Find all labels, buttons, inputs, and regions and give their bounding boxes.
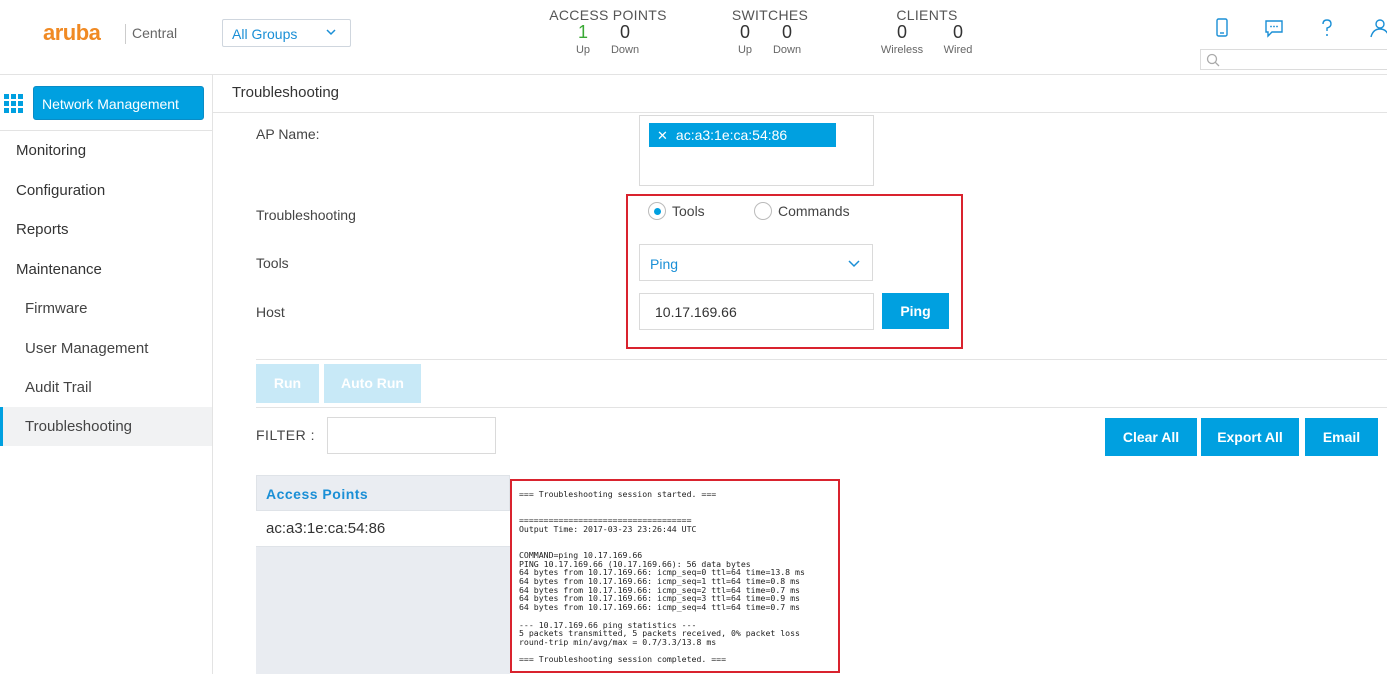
chevron-down-icon bbox=[848, 260, 860, 268]
sidebar-item-firmware[interactable]: Firmware bbox=[25, 300, 88, 317]
access-points-down-label: Down bbox=[610, 44, 640, 56]
sidebar-item-configuration[interactable]: Configuration bbox=[16, 182, 105, 199]
host-input[interactable]: 10.17.169.66 bbox=[639, 293, 874, 330]
page-title: Troubleshooting bbox=[232, 84, 340, 101]
help-icon[interactable] bbox=[1316, 17, 1338, 39]
auto-run-button[interactable]: Auto Run bbox=[324, 364, 421, 403]
sidebar-item-maintenance[interactable]: Maintenance bbox=[16, 261, 102, 278]
sidebar: Network Management Monitoring Configurat… bbox=[0, 75, 213, 674]
radio-commands-label[interactable]: Commands bbox=[778, 203, 850, 219]
ping-button[interactable]: Ping bbox=[882, 293, 949, 329]
app-grid-icon[interactable] bbox=[4, 94, 24, 114]
user-icon[interactable] bbox=[1368, 17, 1387, 39]
logo-divider bbox=[125, 24, 126, 44]
chat-icon[interactable] bbox=[1263, 17, 1285, 39]
mobile-device-icon[interactable] bbox=[1211, 17, 1233, 39]
radio-tools-label[interactable]: Tools bbox=[672, 203, 705, 219]
sidebar-item-audit-trail[interactable]: Audit Trail bbox=[25, 379, 92, 396]
sidebar-item-user-management[interactable]: User Management bbox=[25, 340, 148, 357]
close-icon[interactable]: ✕ bbox=[657, 128, 668, 143]
section-divider bbox=[256, 407, 1387, 408]
network-management-button[interactable]: Network Management bbox=[33, 86, 204, 120]
ap-name-label: AP Name: bbox=[256, 126, 320, 142]
troubleshooting-mode-label: Troubleshooting bbox=[256, 207, 356, 223]
top-header: aruba Central All Groups ACCESS POINTS 1… bbox=[0, 0, 1387, 75]
email-button[interactable]: Email bbox=[1305, 418, 1378, 456]
sidebar-item-troubleshooting-label: Troubleshooting bbox=[25, 418, 133, 435]
list-item[interactable]: ac:a3:1e:ca:54:86 bbox=[256, 511, 510, 547]
access-points-title: ACCESS POINTS bbox=[549, 7, 667, 23]
clear-all-button[interactable]: Clear All bbox=[1105, 418, 1197, 456]
access-points-down-count[interactable]: 0 bbox=[615, 22, 635, 43]
ap-tag[interactable]: ✕ ac:a3:1e:ca:54:86 bbox=[649, 123, 836, 147]
filter-label: FILTER : bbox=[256, 427, 315, 443]
chevron-down-icon bbox=[326, 29, 336, 36]
access-points-panel: Access Points ac:a3:1e:ca:54:86 bbox=[256, 475, 510, 674]
group-select-value: All Groups bbox=[232, 26, 298, 42]
access-points-up-count[interactable]: 1 bbox=[573, 22, 593, 43]
sidebar-item-reports[interactable]: Reports bbox=[16, 221, 69, 238]
section-divider bbox=[256, 359, 1387, 360]
sidebar-divider bbox=[0, 130, 212, 131]
ap-tag-label: ac:a3:1e:ca:54:86 bbox=[675, 127, 788, 143]
switches-down-label: Down bbox=[772, 44, 802, 56]
switches-title: SWITCHES bbox=[731, 7, 809, 23]
clients-wireless-count[interactable]: 0 bbox=[892, 22, 912, 43]
access-point-name: ac:a3:1e:ca:54:86 bbox=[266, 520, 386, 537]
clients-title: CLIENTS bbox=[896, 7, 958, 23]
access-points-panel-header: Access Points bbox=[256, 475, 510, 511]
global-search-input[interactable] bbox=[1200, 49, 1387, 70]
switches-up-label: Up bbox=[737, 44, 753, 56]
filter-input[interactable] bbox=[327, 417, 496, 454]
access-points-panel-title: Access Points bbox=[266, 486, 369, 502]
clients-wireless-label: Wireless bbox=[880, 44, 924, 56]
tools-select[interactable]: Ping bbox=[639, 244, 873, 281]
ap-name-field[interactable]: ✕ ac:a3:1e:ca:54:86 bbox=[639, 115, 874, 186]
radio-tools[interactable] bbox=[648, 202, 666, 220]
logo-subtitle: Central bbox=[132, 25, 178, 41]
export-all-button[interactable]: Export All bbox=[1201, 418, 1299, 456]
clients-wired-count[interactable]: 0 bbox=[948, 22, 968, 43]
sidebar-item-troubleshooting[interactable]: Troubleshooting bbox=[0, 407, 212, 446]
tools-select-value: Ping bbox=[650, 256, 679, 272]
search-icon bbox=[1206, 53, 1220, 67]
clients-wired-label: Wired bbox=[943, 44, 973, 56]
radio-commands[interactable] bbox=[754, 202, 772, 220]
switches-down-count[interactable]: 0 bbox=[777, 22, 797, 43]
tools-label: Tools bbox=[256, 255, 289, 271]
host-label: Host bbox=[256, 304, 285, 320]
title-divider bbox=[213, 112, 1387, 113]
access-points-up-label: Up bbox=[575, 44, 591, 56]
run-button[interactable]: Run bbox=[256, 364, 319, 403]
group-select[interactable]: All Groups bbox=[222, 19, 351, 47]
sidebar-item-monitoring[interactable]: Monitoring bbox=[16, 142, 86, 159]
highlight-box-output bbox=[510, 479, 840, 673]
switches-up-count[interactable]: 0 bbox=[735, 22, 755, 43]
aruba-logo[interactable]: aruba bbox=[43, 20, 101, 46]
